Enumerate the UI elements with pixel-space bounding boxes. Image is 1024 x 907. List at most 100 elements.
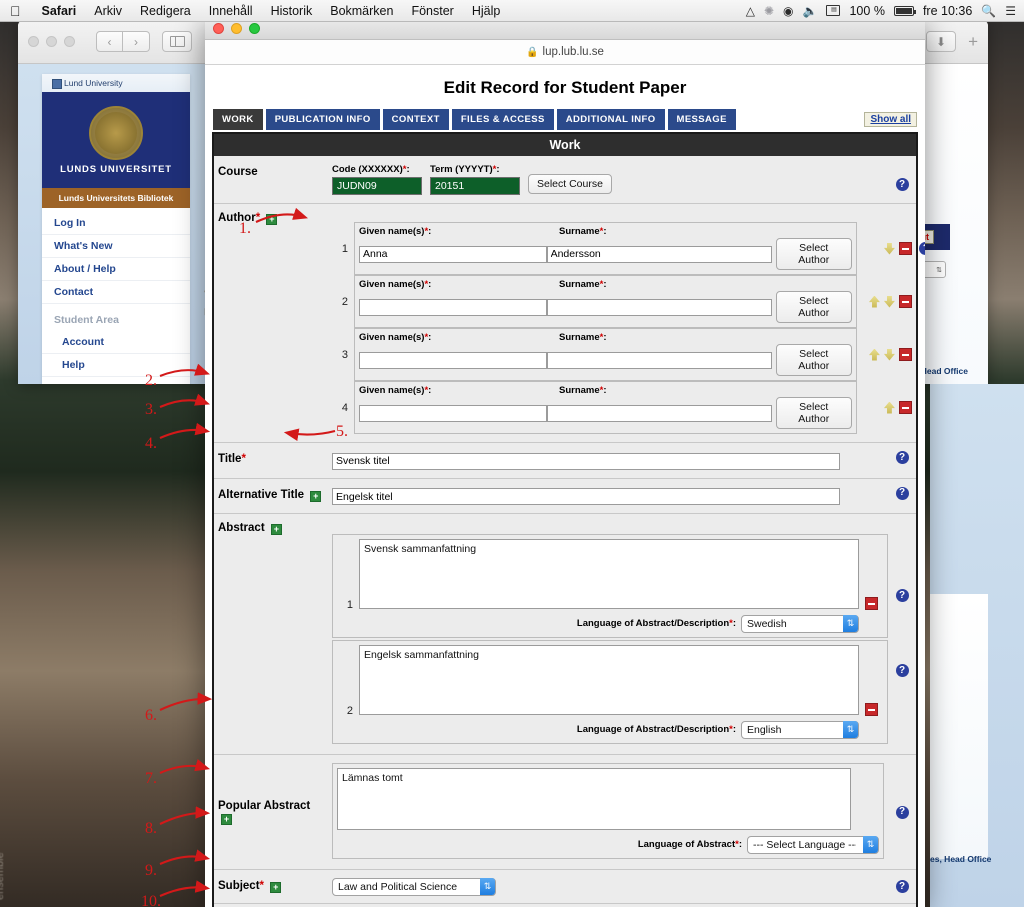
sidebar-item-account[interactable]: Account [42, 331, 190, 354]
remove-abstract-icon[interactable] [864, 597, 878, 610]
search-icon[interactable]: 🔍 [981, 5, 996, 17]
abstract-index: 1 [346, 599, 353, 611]
add-alternative-title-icon[interactable]: + [310, 490, 322, 502]
author-given-name-input[interactable] [359, 245, 547, 263]
menu-bokmarken[interactable]: Bokmärken [321, 4, 402, 18]
dropbox-icon[interactable]: ◉ [783, 5, 793, 17]
label-given-name: Given name(s)*: [359, 332, 432, 343]
title-input[interactable] [332, 452, 840, 470]
remove-author-icon[interactable] [898, 242, 912, 255]
forward-button[interactable]: › [123, 31, 150, 52]
back-button[interactable]: ‹ [96, 31, 123, 52]
abstract-textarea[interactable]: Engelsk sammanfattning [359, 645, 859, 715]
author-surname-input[interactable] [546, 298, 772, 316]
tab-files-access[interactable]: FILES & ACCESS [451, 109, 554, 130]
select-course-button[interactable]: Select Course [528, 174, 612, 194]
abstract-language-select[interactable]: Swedish [741, 615, 859, 633]
help-icon-course[interactable]: ? [895, 178, 909, 191]
move-up-icon[interactable] [868, 348, 880, 361]
zoom-button[interactable] [249, 23, 260, 34]
help-icon-popular-abstract[interactable]: ? [895, 805, 909, 819]
move-up-icon[interactable] [883, 401, 895, 414]
battery-icon[interactable] [893, 5, 916, 16]
url-bar[interactable]: 🔒 lup.lub.lu.se [205, 40, 925, 65]
tab-work[interactable]: WORK [213, 109, 263, 130]
bg-zoom-button[interactable] [64, 36, 75, 47]
drive-icon[interactable]: △ [746, 5, 755, 17]
tab-context[interactable]: CONTEXT [382, 109, 449, 130]
author-surname-input[interactable] [546, 245, 772, 263]
course-term-input[interactable] [430, 177, 520, 195]
sidebar-item-log-in[interactable]: Log In [42, 212, 190, 235]
downloads-icon[interactable]: ⬇ [926, 31, 957, 52]
help-icon-title[interactable]: ? [895, 451, 909, 464]
select-author-button[interactable]: Select Author [775, 397, 852, 429]
help-icon-abstract-2[interactable]: ? [895, 664, 909, 677]
bg-minimize-button[interactable] [46, 36, 57, 47]
author-given-name-input[interactable] [359, 351, 547, 369]
select-author-button[interactable]: Select Author [775, 238, 852, 270]
course-code-input[interactable] [332, 177, 422, 195]
menu-historik[interactable]: Historik [262, 4, 322, 18]
author-row: 2 Given name(s)*: Surname*: Select Autho… [332, 275, 925, 328]
move-up-icon[interactable] [868, 295, 880, 308]
show-all-link[interactable]: Show all [864, 112, 917, 127]
help-icon-subject[interactable]: ? [895, 880, 909, 893]
menu-safari[interactable]: Safari [33, 4, 86, 18]
bg-close-button[interactable] [28, 36, 39, 47]
menu-innehall[interactable]: Innehåll [200, 4, 262, 18]
remove-abstract-icon[interactable] [864, 703, 878, 716]
move-down-icon[interactable] [883, 348, 895, 361]
help-icon-alternative-title[interactable]: ? [895, 486, 909, 500]
sidebar-item-contact[interactable]: Contact [42, 281, 190, 304]
remove-author-icon[interactable] [898, 348, 912, 361]
move-down-icon[interactable] [883, 242, 895, 255]
lu-library-banner: Lunds Universitets Bibliotek [42, 188, 190, 208]
notification-center-icon[interactable]: ☰ [1005, 5, 1016, 17]
add-subject-icon[interactable]: + [270, 882, 282, 893]
add-author-icon[interactable]: + [266, 214, 278, 225]
sidebar-item-about-help[interactable]: About / Help [42, 258, 190, 281]
menu-arkiv[interactable]: Arkiv [85, 4, 131, 18]
minimize-button[interactable] [231, 23, 242, 34]
menu-hjalp[interactable]: Hjälp [463, 4, 510, 18]
sidebar-item-whats-new[interactable]: What's New [42, 235, 190, 258]
lock-icon: 🔒 [526, 46, 539, 58]
new-tab-button[interactable]: + [964, 32, 978, 52]
display-icon[interactable]: ▤ [826, 5, 841, 16]
apple-logo-icon[interactable]:  [10, 4, 21, 18]
remove-author-icon[interactable] [898, 295, 912, 308]
author-surname-input[interactable] [546, 351, 772, 369]
tab-publication-info[interactable]: PUBLICATION INFO [265, 109, 380, 130]
sidebar-item-help[interactable]: Help [42, 354, 190, 377]
popular-abstract-textarea[interactable]: Lämnas tomt [337, 768, 851, 830]
abstract-textarea[interactable]: Svensk sammanfattning [359, 539, 859, 609]
move-down-icon[interactable] [883, 295, 895, 308]
menu-redigera[interactable]: Redigera [131, 4, 200, 18]
menu-fonster[interactable]: Fönster [402, 4, 462, 18]
lu-header: Lund University [42, 74, 190, 92]
help-icon-abstract[interactable]: ? [895, 589, 909, 602]
select-author-button[interactable]: Select Author [775, 344, 852, 376]
add-abstract-icon[interactable]: + [270, 524, 282, 535]
remove-author-icon[interactable] [898, 401, 912, 414]
subject-select[interactable]: Law and Political Science [332, 878, 496, 896]
volume-icon[interactable]: 🔈 [803, 5, 818, 17]
abstract-language-select[interactable]: English [741, 721, 859, 739]
annotation-number-1: 1. [239, 220, 251, 237]
author-given-name-input[interactable] [359, 404, 547, 422]
author-surname-input[interactable] [546, 404, 772, 422]
select-author-button[interactable]: Select Author [775, 291, 852, 323]
add-popular-abstract-icon[interactable]: + [221, 813, 232, 825]
annotation-number-8: 8. [145, 820, 157, 837]
sidebar-toggle-icon[interactable] [162, 31, 192, 52]
edit-record-window[interactable]: 🔒 lup.lub.lu.se Edit Record for Student … [205, 18, 925, 907]
tab-additional-info[interactable]: ADDITIONAL INFO [556, 109, 665, 130]
alternative-title-input[interactable] [332, 488, 840, 505]
author-given-name-input[interactable] [359, 298, 547, 316]
help-icon-author[interactable]: ? [919, 242, 925, 255]
tab-message[interactable]: MESSAGE [667, 109, 736, 130]
bluetooth-icon[interactable]: ✺ [764, 5, 774, 17]
popular-abstract-language-select[interactable]: --- Select Language --- [747, 836, 879, 854]
close-button[interactable] [213, 23, 224, 34]
